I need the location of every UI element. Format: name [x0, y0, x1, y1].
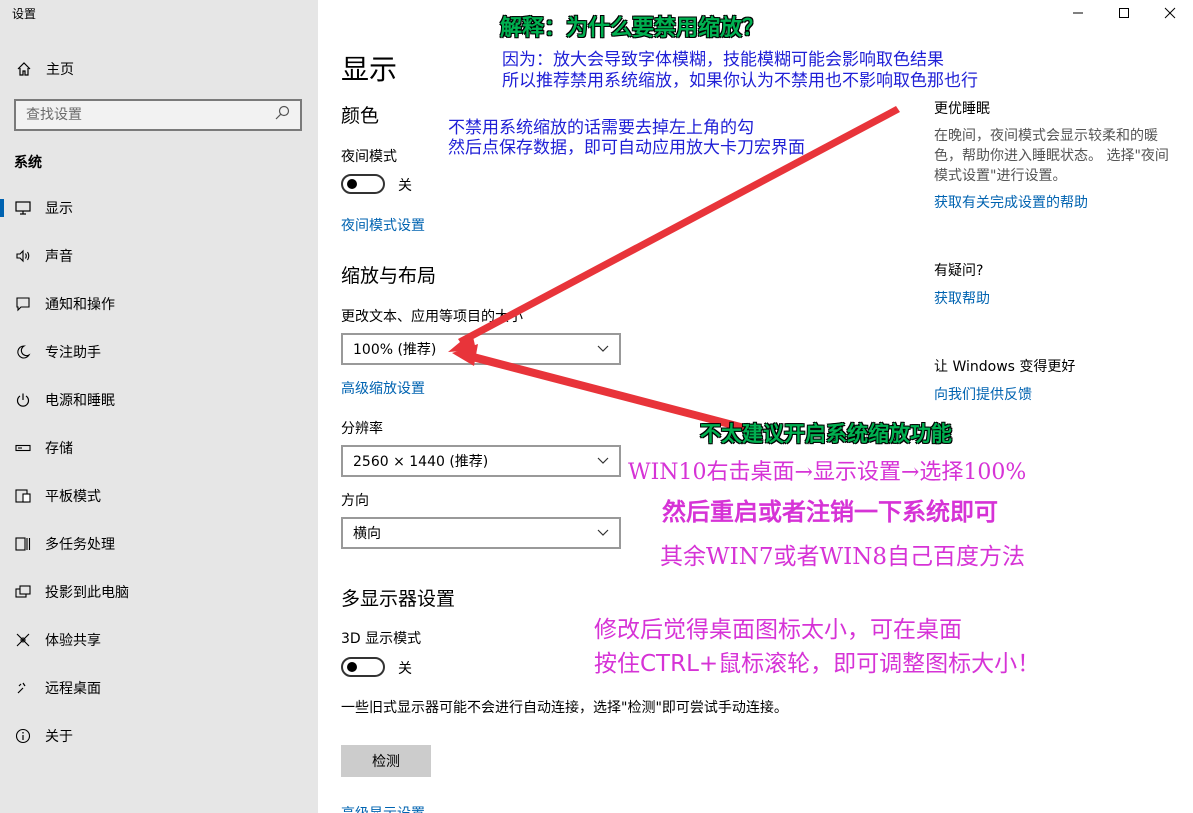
sidebar-item-label: 多任务处理	[45, 537, 115, 553]
detect-button[interactable]: 检测	[341, 745, 431, 777]
scale-heading: 缩放与布局	[341, 265, 437, 287]
speaker-icon	[14, 247, 32, 265]
sidebar-item-tablet[interactable]: 平板模式	[0, 472, 318, 520]
home-icon	[14, 59, 34, 79]
home-label: 主页	[46, 62, 74, 78]
page-title: 显示	[341, 53, 398, 86]
sidebar-item-label: 远程桌面	[45, 681, 101, 697]
advanced-scale-link[interactable]: 高级缩放设置	[341, 378, 425, 398]
chevron-down-icon	[597, 341, 609, 357]
mode-3d-state: 关	[398, 661, 412, 677]
sidebar-item-label: 专注助手	[45, 345, 101, 361]
sidebar-item-label: 通知和操作	[45, 297, 115, 313]
sidebar-item-display[interactable]: 显示	[0, 184, 318, 232]
sleep-text: 在晚间，夜间模式会显示较柔和的暖色，帮助你进入睡眠状态。 选择"夜间模式设置"进…	[934, 128, 1169, 184]
sidebar-item-share[interactable]: 体验共享	[0, 616, 318, 664]
maximize-icon	[1118, 4, 1130, 23]
feedback-link[interactable]: 向我们提供反馈	[934, 384, 1032, 404]
minimize-icon	[1072, 4, 1084, 23]
sidebar-item-label: 存储	[45, 441, 73, 457]
remote-icon	[14, 679, 32, 697]
question-heading: 有疑问?	[934, 263, 984, 279]
monitor-icon	[14, 199, 32, 217]
annotation-after-line1: 修改后觉得桌面图标太小，可在桌面	[594, 617, 962, 643]
sidebar-item-label: 显示	[45, 201, 73, 217]
resolution-value: 2560 × 1440 (推荐)	[353, 454, 489, 470]
sidebar-item-label: 平板模式	[45, 489, 101, 505]
chevron-down-icon	[597, 525, 609, 541]
sleep-heading: 更优睡眠	[934, 101, 990, 117]
night-mode-label: 夜间模式	[341, 149, 397, 165]
sidebar-item-storage[interactable]: 存储	[0, 424, 318, 472]
mode-3d-label: 3D 显示模式	[341, 631, 422, 647]
advanced-display-link[interactable]: 高级显示设置	[341, 803, 425, 813]
sidebar-item-about[interactable]: 关于	[0, 712, 318, 760]
storage-icon	[14, 439, 32, 457]
scale-select[interactable]: 100% (推荐)	[341, 333, 621, 365]
sidebar-item-power[interactable]: 电源和睡眠	[0, 376, 318, 424]
sidebar-item-remote[interactable]: 远程桌面	[0, 664, 318, 712]
orientation-value: 横向	[353, 526, 381, 542]
sleep-help-link[interactable]: 获取有关完成设置的帮助	[934, 192, 1088, 212]
power-icon	[14, 391, 32, 409]
sidebar-item-label: 声音	[45, 249, 73, 265]
mode-3d-toggle[interactable]	[341, 657, 385, 677]
annotation-after-line2: 按住CTRL+鼠标滚轮，即可调整图标大小！	[594, 651, 1041, 677]
orientation-label: 方向	[341, 493, 369, 509]
info-icon	[14, 727, 32, 745]
sidebar-item-label: 关于	[45, 729, 73, 745]
sidebar-item-notifications[interactable]: 通知和操作	[0, 280, 318, 328]
close-icon	[1164, 4, 1176, 23]
orientation-select[interactable]: 横向	[341, 517, 621, 549]
annotation-restart: 然后重启或者注销一下系统即可	[662, 498, 998, 526]
app-title: 设置	[12, 7, 37, 21]
toggle-knob	[347, 179, 357, 189]
night-mode-settings-link[interactable]: 夜间模式设置	[341, 215, 425, 235]
tablet-icon	[14, 487, 32, 505]
home-nav-item[interactable]: 主页	[14, 58, 74, 80]
multi-display-heading: 多显示器设置	[341, 588, 456, 610]
sidebar-item-focus[interactable]: 专注助手	[0, 328, 318, 376]
scale-label: 更改文本、应用等项目的大小	[341, 309, 523, 325]
minimize-button[interactable]	[1055, 0, 1101, 26]
annotation-why-line2: 所以推荐禁用系统缩放，如果你认为不禁用也不影响取色那也行	[502, 71, 978, 91]
annotation-win10: WIN10右击桌面→显示设置→选择100%	[628, 460, 1027, 485]
resolution-label: 分辨率	[341, 421, 383, 437]
share-icon	[14, 631, 32, 649]
project-icon	[14, 583, 32, 601]
sidebar-nav: 显示 声音 通知和操作 专注助手 电源和睡眠 存储 平板模式 多任务处理 投影到…	[0, 184, 318, 760]
legacy-display-text: 一些旧式显示器可能不会进行自动连接，选择"检测"即可尝试手动连接。	[341, 700, 788, 716]
search-icon[interactable]	[274, 105, 290, 125]
notification-icon	[14, 295, 32, 313]
get-help-link[interactable]: 获取帮助	[934, 288, 990, 308]
night-mode-toggle[interactable]	[341, 174, 385, 194]
window-controls	[1055, 0, 1193, 26]
sidebar-item-label: 电源和睡眠	[45, 393, 115, 409]
annotation-others: 其余WIN7或者WIN8自己百度方法	[660, 544, 1025, 570]
sidebar-item-label: 体验共享	[45, 633, 101, 649]
annotation-why-title: 解释：为什么要禁用缩放？	[500, 16, 765, 41]
color-heading: 颜色	[341, 105, 380, 127]
sidebar-item-project[interactable]: 投影到此电脑	[0, 568, 318, 616]
search-box[interactable]	[14, 99, 302, 131]
night-mode-state: 关	[398, 178, 412, 194]
search-input[interactable]	[26, 107, 274, 123]
annotation-recommend: 不太建议开启系统缩放功能	[700, 422, 952, 446]
sidebar-item-sound[interactable]: 声音	[0, 232, 318, 280]
moon-icon	[14, 343, 32, 361]
maximize-button[interactable]	[1101, 0, 1147, 26]
multitask-icon	[14, 535, 32, 553]
section-label: 系统	[14, 155, 42, 171]
scale-value: 100% (推荐)	[353, 342, 437, 358]
sidebar-item-label: 投影到此电脑	[45, 585, 129, 601]
chevron-down-icon	[597, 453, 609, 469]
sidebar-item-multitask[interactable]: 多任务处理	[0, 520, 318, 568]
close-button[interactable]	[1147, 0, 1193, 26]
improve-heading: 让 Windows 变得更好	[934, 359, 1076, 375]
toggle-knob	[347, 662, 357, 672]
resolution-select[interactable]: 2560 × 1440 (推荐)	[341, 445, 621, 477]
annotation-tip-line2: 然后点保存数据，即可自动应用放大卡刀宏界面	[448, 138, 805, 158]
sidebar: 设置 主页 系统 显示 声音 通知和操作 专注助手	[0, 0, 318, 813]
